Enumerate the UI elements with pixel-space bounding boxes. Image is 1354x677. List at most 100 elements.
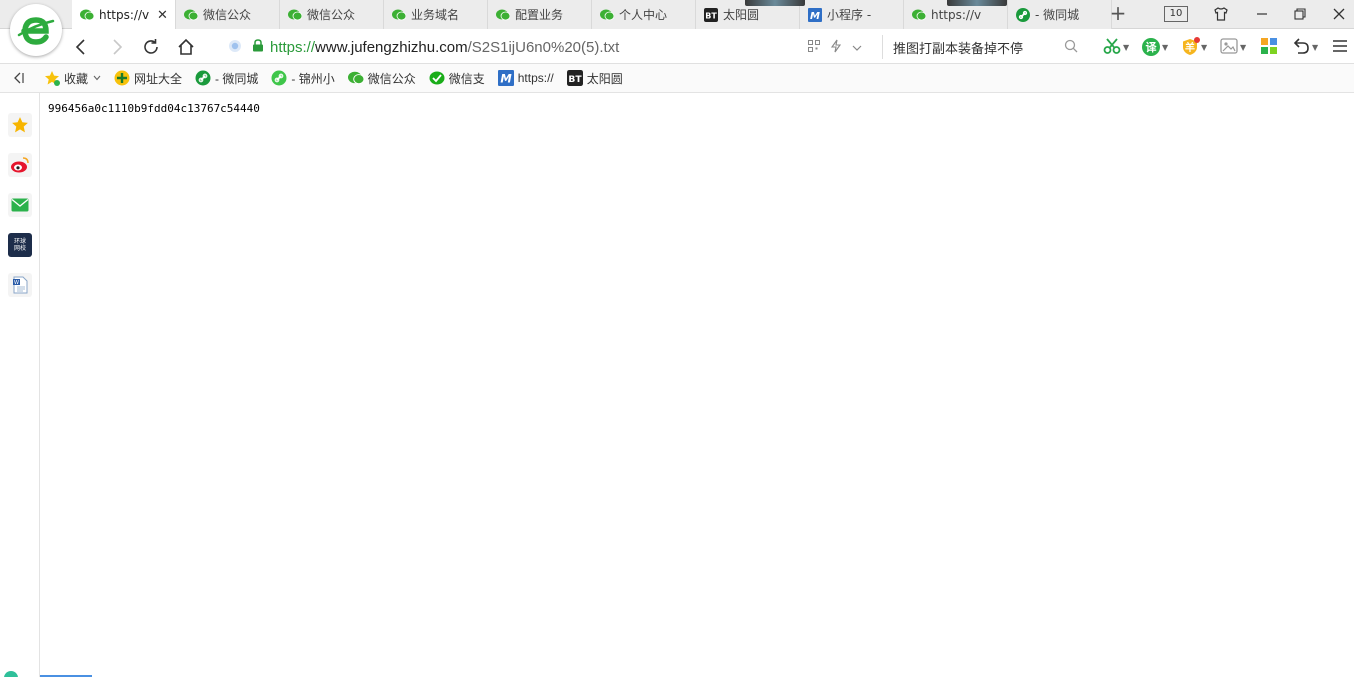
m-icon: M — [497, 70, 514, 86]
bookmark-https[interactable]: M https:// — [497, 68, 554, 88]
m-icon: M — [808, 7, 822, 22]
bookmark-wechat-pay[interactable]: 微信支 — [429, 68, 485, 88]
back-button[interactable] — [70, 36, 92, 58]
bookmark-wechat-official[interactable]: 微信公众 — [347, 68, 416, 88]
news-icon: 环球 网校 — [13, 238, 26, 252]
tab-strip: https://v ✕ 微信公众 微信公众 业务域名 配置业务 个人中心 BT … — [0, 0, 1354, 30]
sidebar: 环球 网校 W — [0, 93, 40, 677]
browser-window: https://v ✕ 微信公众 微信公众 业务域名 配置业务 个人中心 BT … — [0, 0, 1354, 677]
link-icon — [271, 70, 287, 86]
bookmarks-bar: 收藏 网址大全 - 微同城 - 锦州小 微信公众 微信支 M https:// … — [0, 64, 1354, 93]
tab-label: https://v — [99, 8, 150, 22]
wechat-pay-icon — [429, 70, 445, 86]
undo-icon — [1292, 37, 1310, 57]
search-icon[interactable] — [1064, 39, 1078, 56]
mail-icon — [11, 198, 29, 212]
apps-button[interactable] — [1261, 37, 1277, 57]
address-bar[interactable]: https://www.jufengzhizhu.com/S2S1ijU6n0%… — [228, 35, 880, 59]
bt-icon: BT — [566, 70, 583, 86]
bookmark-label: 太阳圆 — [586, 71, 623, 86]
svg-text:BT: BT — [705, 11, 717, 20]
wechat-icon — [912, 8, 926, 22]
wallet-button[interactable]: 羊 ▼ — [1181, 37, 1207, 57]
chevron-down-icon: ▼ — [1240, 42, 1247, 52]
tab-count-button[interactable]: 10 — [1164, 6, 1188, 22]
shirt-icon[interactable] — [1213, 6, 1229, 25]
bookmark-label: - 微同城 — [215, 71, 259, 86]
wechat-icon — [80, 8, 94, 22]
close-icon[interactable]: ✕ — [157, 8, 169, 23]
translate-icon: 译 — [1142, 38, 1160, 56]
undo-close-tab-button[interactable]: ▼ — [1292, 37, 1318, 57]
chevron-down-icon: ▼ — [1123, 42, 1130, 52]
bookmark-city-link[interactable]: - 微同城 — [195, 68, 258, 88]
bookmark-favorites[interactable]: 收藏 — [44, 68, 101, 88]
tab-4[interactable]: 业务域名 — [384, 0, 488, 29]
tab-10[interactable]: - 微同城 — [1008, 0, 1112, 29]
forward-button[interactable] — [106, 36, 128, 58]
bookmark-taiyangyuan[interactable]: BT 太阳圆 — [566, 68, 623, 88]
site-info-icon[interactable] — [228, 39, 242, 56]
wechat-icon — [184, 8, 198, 22]
sidebar-item-news[interactable]: 环球 网校 — [8, 233, 32, 257]
url-path: /S2S1ijU6n0%20(5).txt — [467, 38, 620, 56]
qr-code-icon[interactable] — [808, 40, 820, 55]
wechat-icon — [496, 8, 510, 22]
tab-8[interactable]: M 小程序 - — [800, 0, 904, 29]
tab-5[interactable]: 配置业务 — [488, 0, 592, 29]
tab-2[interactable]: 微信公众 — [176, 0, 280, 29]
browser-logo[interactable] — [10, 4, 62, 56]
bookmark-jinzhou-link[interactable]: - 锦州小 — [271, 68, 335, 88]
media-indicator — [947, 0, 1007, 6]
bookmark-label: 网址大全 — [134, 71, 183, 86]
image-tool-button[interactable]: ▼ — [1220, 37, 1246, 57]
navigation-bar: https://www.jufengzhizhu.com/S2S1ijU6n0%… — [0, 29, 1354, 64]
restore-button[interactable] — [1290, 4, 1310, 24]
home-button[interactable] — [175, 36, 197, 58]
bookmark-label: 收藏 — [64, 71, 89, 86]
image-icon — [1220, 37, 1238, 57]
collapse-icon — [14, 72, 24, 84]
chevron-down-icon[interactable] — [852, 41, 862, 55]
search-input[interactable]: 推图打副本装备掉不停 — [893, 38, 1064, 57]
screenshot-button[interactable]: ▼ — [1103, 37, 1129, 57]
notification-dot — [1194, 37, 1200, 43]
translate-button[interactable]: 译 ▼ — [1142, 37, 1168, 57]
url-text[interactable]: https://www.jufengzhizhu.com/S2S1ijU6n0%… — [270, 39, 619, 56]
wechat-icon — [600, 8, 614, 22]
assistant-icon[interactable] — [4, 671, 18, 677]
shield-icon: 羊 — [1181, 37, 1200, 56]
refresh-button[interactable] — [140, 36, 162, 58]
close-window-button[interactable] — [1329, 4, 1349, 24]
svg-text:M: M — [500, 72, 512, 86]
search-box[interactable]: 推图打副本装备掉不停 — [882, 35, 1078, 59]
chevron-down-icon: ▼ — [1162, 42, 1169, 52]
word-icon: W — [13, 276, 28, 294]
bt-icon: BT — [704, 7, 718, 22]
svg-text:M: M — [810, 11, 820, 22]
chevron-down-icon — [93, 74, 101, 83]
sidebar-item-word[interactable]: W — [8, 273, 32, 297]
sidebar-item-weibo[interactable] — [8, 153, 32, 177]
sidebar-item-favorites[interactable] — [8, 113, 32, 137]
bookmark-label: 微信支 — [448, 71, 485, 86]
lightning-icon[interactable] — [830, 39, 842, 56]
tab-1[interactable]: https://v ✕ — [72, 0, 176, 30]
bookmark-label: https:// — [517, 71, 554, 85]
new-tab-button[interactable]: + — [1108, 3, 1128, 24]
sidebar-item-mail[interactable] — [8, 193, 32, 217]
svg-text:W: W — [14, 280, 19, 286]
minimize-button[interactable] — [1252, 4, 1272, 24]
tab-6[interactable]: 个人中心 — [592, 0, 696, 29]
bookmark-url-navigator[interactable]: 网址大全 — [114, 68, 182, 88]
wechat-icon — [347, 70, 364, 86]
menu-button[interactable] — [1332, 37, 1348, 57]
media-indicator — [745, 0, 805, 6]
weibo-icon — [11, 157, 29, 173]
link-icon — [195, 70, 211, 86]
tab-3[interactable]: 微信公众 — [280, 0, 384, 29]
svg-text:BT: BT — [568, 75, 582, 85]
plus-circle-icon — [114, 70, 130, 86]
sidebar-toggle-button[interactable] — [0, 72, 36, 84]
link-icon — [1016, 7, 1030, 22]
